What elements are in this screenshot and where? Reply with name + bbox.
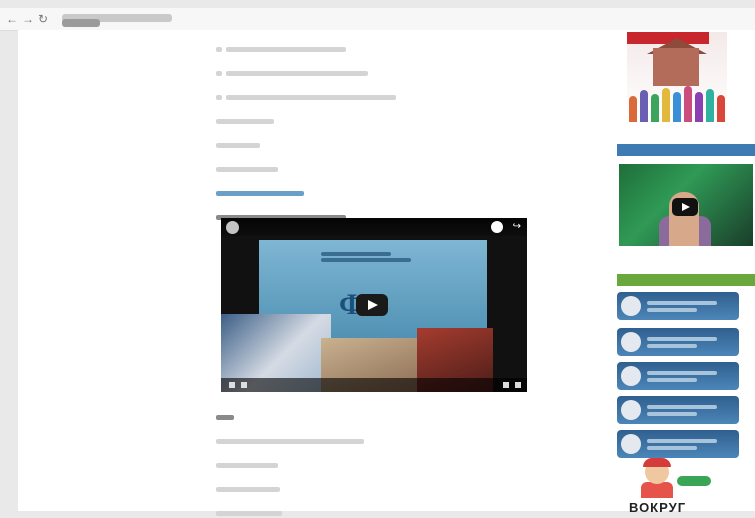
channel-avatar[interactable] — [226, 221, 239, 234]
part-heading — [216, 414, 234, 422]
browser-toolbar: ← → ↻ — [0, 8, 755, 31]
fullscreen-icon[interactable] — [515, 382, 521, 388]
reload-button[interactable]: ↻ — [38, 12, 48, 26]
article-line — [216, 142, 260, 150]
video-controls[interactable] — [221, 378, 527, 392]
emblem-icon — [621, 296, 641, 316]
article-line — [216, 94, 396, 102]
partner-banner[interactable] — [617, 292, 739, 320]
partner-banner[interactable] — [617, 362, 739, 390]
sidebar-top-banner[interactable] — [627, 32, 727, 122]
article-line — [216, 510, 282, 518]
article-line — [216, 486, 280, 494]
back-button[interactable]: ← — [6, 12, 18, 26]
download-presentation-link[interactable] — [216, 190, 304, 198]
video-title[interactable] — [221, 218, 527, 236]
video-slide-subtitle — [321, 250, 421, 264]
settings-icon[interactable] — [503, 382, 509, 388]
url-host — [62, 19, 100, 27]
volume-icon[interactable] — [241, 382, 247, 388]
article-line — [216, 118, 274, 126]
signal-icon — [621, 332, 641, 352]
people-illustration — [627, 84, 739, 122]
kid-cap — [643, 458, 671, 467]
kid-label — [677, 476, 711, 486]
kid-body — [641, 482, 673, 498]
partner-banner[interactable] — [617, 430, 739, 458]
vokrug-logo[interactable]: ВОКРУГ — [629, 500, 686, 515]
sidebar: ВОКРУГ — [617, 30, 755, 515]
partner-banner[interactable] — [617, 396, 739, 424]
sidebar-play-button[interactable] — [672, 198, 698, 216]
forward-button[interactable]: → — [22, 12, 34, 26]
flag-icon — [621, 434, 641, 454]
house-illustration — [653, 48, 699, 86]
play-button[interactable] — [356, 294, 388, 316]
info-icon[interactable] — [491, 221, 503, 233]
share-icon[interactable]: ↪ — [513, 221, 521, 233]
sidebar-partners-heading — [617, 274, 755, 286]
web-page: ФК ↪ — [18, 30, 755, 516]
embedded-video-player[interactable]: ФК ↪ — [221, 218, 527, 392]
article-line — [216, 166, 278, 174]
sidebar-video-heading — [617, 144, 755, 156]
sidebar-video[interactable] — [619, 164, 753, 246]
article-line — [216, 46, 346, 54]
circle-emblem-icon — [621, 400, 641, 420]
kid-banner[interactable] — [617, 458, 739, 498]
article-line — [216, 438, 364, 446]
partner-banner[interactable] — [617, 328, 739, 356]
play-control-icon[interactable] — [229, 382, 235, 388]
address-bar[interactable] — [62, 14, 172, 27]
article-line — [216, 462, 278, 470]
article-line — [216, 70, 368, 78]
building-icon — [621, 366, 641, 386]
